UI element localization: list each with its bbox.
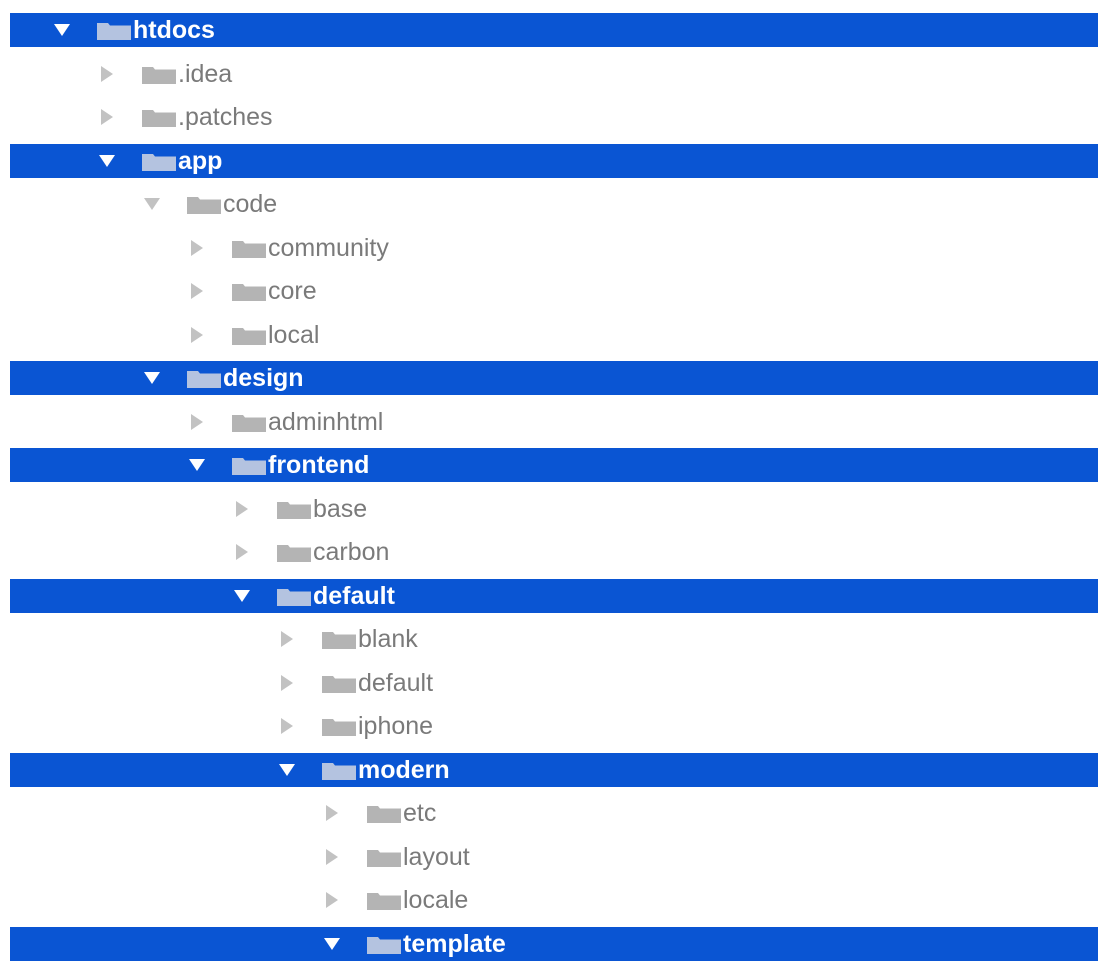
folder-icon: [322, 631, 356, 649]
tree-item-label: etc: [403, 799, 437, 827]
tree-row[interactable]: code: [10, 187, 1098, 221]
tree-row[interactable]: template: [10, 927, 1098, 961]
tree-item-label: default: [313, 582, 395, 610]
disclosure-expanded-icon[interactable]: [95, 144, 119, 178]
folder-icon: [142, 109, 176, 127]
folder-icon: [367, 936, 401, 954]
tree-item-label: design: [223, 364, 304, 392]
tree-item-label: locale: [403, 886, 469, 914]
disclosure-collapsed-icon[interactable]: [185, 274, 209, 308]
disclosure-collapsed-icon[interactable]: [320, 796, 344, 830]
folder-icon: [277, 544, 311, 562]
tree-row[interactable]: layout: [10, 840, 1098, 874]
tree-item-label: iphone: [358, 712, 434, 740]
disclosure-collapsed-icon[interactable]: [95, 57, 119, 91]
folder-icon: [187, 370, 221, 388]
disclosure-collapsed-icon[interactable]: [230, 535, 254, 569]
disclosure-expanded-icon[interactable]: [140, 187, 164, 221]
tree-row[interactable]: frontend: [10, 448, 1098, 482]
tree-row[interactable]: local: [10, 318, 1098, 352]
disclosure-expanded-icon[interactable]: [230, 579, 254, 613]
folder-icon: [322, 675, 356, 693]
folder-icon: [142, 66, 176, 84]
folder-icon: [367, 849, 401, 867]
tree-row[interactable]: core: [10, 274, 1098, 308]
tree-item-label: .idea: [178, 60, 233, 88]
folder-icon: [232, 283, 266, 301]
folder-icon: [232, 327, 266, 345]
tree-row[interactable]: carbon: [10, 535, 1098, 569]
disclosure-collapsed-icon[interactable]: [275, 666, 299, 700]
folder-icon: [277, 501, 311, 519]
disclosure-collapsed-icon[interactable]: [185, 318, 209, 352]
tree-item-label: community: [268, 234, 389, 262]
disclosure-expanded-icon[interactable]: [275, 753, 299, 787]
tree-row[interactable]: default: [10, 666, 1098, 700]
tree-row[interactable]: .idea: [10, 57, 1098, 91]
folder-icon: [232, 414, 266, 432]
disclosure-expanded-icon[interactable]: [320, 927, 344, 961]
tree-row[interactable]: etc: [10, 796, 1098, 830]
disclosure-collapsed-icon[interactable]: [320, 883, 344, 917]
tree-item-label: default: [358, 669, 434, 697]
tree-item-label: local: [268, 321, 320, 349]
tree-item-label: base: [313, 495, 368, 523]
tree-item-label: .patches: [178, 103, 273, 131]
file-tree: htdocs .idea .patches app code community core l…: [0, 0, 1100, 961]
tree-item-label: frontend: [268, 451, 370, 479]
tree-row[interactable]: htdocs: [10, 13, 1098, 47]
disclosure-expanded-icon[interactable]: [50, 13, 74, 47]
folder-icon: [277, 588, 311, 606]
tree-row[interactable]: app: [10, 144, 1098, 178]
tree-row[interactable]: design: [10, 361, 1098, 395]
folder-icon: [232, 457, 266, 475]
disclosure-collapsed-icon[interactable]: [185, 405, 209, 439]
disclosure-expanded-icon[interactable]: [140, 361, 164, 395]
tree-item-label: adminhtml: [268, 408, 384, 436]
tree-row[interactable]: community: [10, 231, 1098, 265]
folder-icon: [367, 805, 401, 823]
tree-row[interactable]: adminhtml: [10, 405, 1098, 439]
folder-icon: [142, 153, 176, 171]
folder-icon: [367, 892, 401, 910]
disclosure-collapsed-icon[interactable]: [275, 709, 299, 743]
tree-row[interactable]: .patches: [10, 100, 1098, 134]
folder-icon: [322, 718, 356, 736]
tree-item-label: template: [403, 930, 506, 958]
tree-row[interactable]: default: [10, 579, 1098, 613]
tree-row[interactable]: modern: [10, 753, 1098, 787]
tree-item-label: blank: [358, 625, 418, 653]
disclosure-collapsed-icon[interactable]: [230, 492, 254, 526]
folder-icon: [322, 762, 356, 780]
tree-row[interactable]: base: [10, 492, 1098, 526]
tree-item-label: layout: [403, 843, 470, 871]
disclosure-expanded-icon[interactable]: [185, 448, 209, 482]
tree-row[interactable]: iphone: [10, 709, 1098, 743]
disclosure-collapsed-icon[interactable]: [95, 100, 119, 134]
folder-icon: [187, 196, 221, 214]
tree-item-label: htdocs: [133, 16, 215, 44]
disclosure-collapsed-icon[interactable]: [320, 840, 344, 874]
tree-row[interactable]: blank: [10, 622, 1098, 656]
disclosure-collapsed-icon[interactable]: [275, 622, 299, 656]
tree-item-label: core: [268, 277, 317, 305]
tree-item-label: carbon: [313, 538, 390, 566]
tree-row[interactable]: locale: [10, 883, 1098, 917]
disclosure-collapsed-icon[interactable]: [185, 231, 209, 265]
tree-item-label: code: [223, 190, 278, 218]
folder-icon: [97, 22, 131, 40]
folder-icon: [232, 240, 266, 258]
tree-item-label: app: [178, 147, 223, 175]
tree-item-label: modern: [358, 756, 450, 784]
